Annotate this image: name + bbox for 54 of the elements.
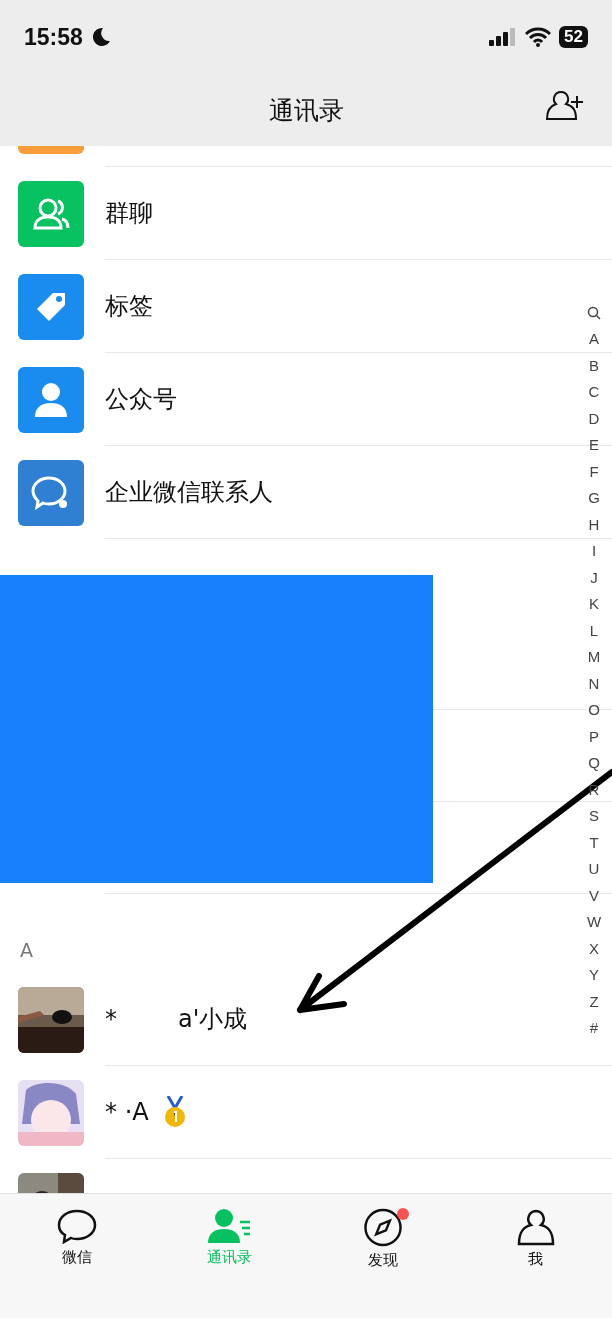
index-letter[interactable]: K bbox=[589, 591, 599, 618]
index-letter[interactable]: # bbox=[589, 1015, 599, 1042]
index-letter[interactable]: D bbox=[588, 405, 600, 432]
index-letter[interactable]: X bbox=[589, 935, 599, 962]
index-letter[interactable]: B bbox=[589, 352, 599, 379]
function-icon-tile[interactable] bbox=[18, 180, 84, 247]
status-time: 15:58 bbox=[24, 23, 83, 51]
contact-name[interactable]: * ·A bbox=[105, 1098, 149, 1126]
search-icon[interactable] bbox=[587, 306, 601, 320]
index-letter[interactable]: T bbox=[589, 829, 599, 856]
index-letter[interactable]: U bbox=[588, 856, 600, 883]
moon-icon bbox=[90, 27, 111, 47]
index-letter[interactable]: L bbox=[589, 617, 599, 644]
signal-icon bbox=[489, 28, 518, 46]
chat-icon bbox=[56, 1208, 97, 1244]
function-label[interactable]: 企业微信联系人 bbox=[105, 476, 273, 508]
index-letter[interactable]: J bbox=[590, 564, 598, 591]
index-letter[interactable]: C bbox=[588, 379, 600, 406]
index-letter[interactable]: F bbox=[589, 458, 599, 485]
wifi-icon bbox=[525, 27, 552, 47]
index-letter[interactable]: G bbox=[588, 485, 600, 512]
battery-level: 52 bbox=[559, 26, 588, 48]
index-letter[interactable]: O bbox=[588, 697, 600, 724]
index-letter[interactable]: N bbox=[588, 670, 600, 697]
notification-dot bbox=[396, 1208, 409, 1220]
function-label[interactable]: 公众号 bbox=[105, 383, 177, 415]
index-letter[interactable]: S bbox=[589, 803, 599, 830]
compass-icon bbox=[362, 1208, 403, 1247]
function-icon-tile[interactable] bbox=[18, 366, 84, 433]
page-title: 通讯录 bbox=[268, 94, 344, 127]
index-letter[interactable]: Q bbox=[588, 750, 600, 777]
function-label[interactable]: 群聊 bbox=[105, 197, 153, 229]
contacts-icon bbox=[207, 1208, 252, 1244]
index-letter[interactable]: H bbox=[588, 511, 600, 538]
person-icon bbox=[33, 380, 69, 419]
index-letter[interactable]: Y bbox=[589, 962, 599, 989]
index-letter[interactable]: E bbox=[589, 432, 599, 459]
index-letter[interactable]: A bbox=[589, 326, 599, 353]
index-letter[interactable]: W bbox=[586, 909, 602, 936]
tab[interactable]: 微信 bbox=[0, 1208, 153, 1270]
index-letter[interactable]: Z bbox=[589, 988, 599, 1015]
index-letter[interactable]: I bbox=[591, 538, 597, 565]
function-icon-tile[interactable] bbox=[18, 273, 84, 340]
group-icon bbox=[32, 196, 70, 231]
index-letter[interactable]: P bbox=[589, 723, 599, 750]
section-header: A bbox=[20, 939, 33, 961]
tab[interactable]: 发现 bbox=[306, 1208, 459, 1270]
function-icon-tile[interactable] bbox=[18, 459, 84, 526]
tab[interactable]: 我 bbox=[459, 1208, 612, 1270]
index-letter[interactable]: M bbox=[587, 644, 601, 671]
function-label[interactable]: 标签 bbox=[105, 290, 153, 322]
person-icon bbox=[515, 1208, 556, 1246]
contact-name[interactable]: * a'小成 bbox=[105, 1003, 248, 1035]
index-letter[interactable]: V bbox=[589, 882, 599, 909]
